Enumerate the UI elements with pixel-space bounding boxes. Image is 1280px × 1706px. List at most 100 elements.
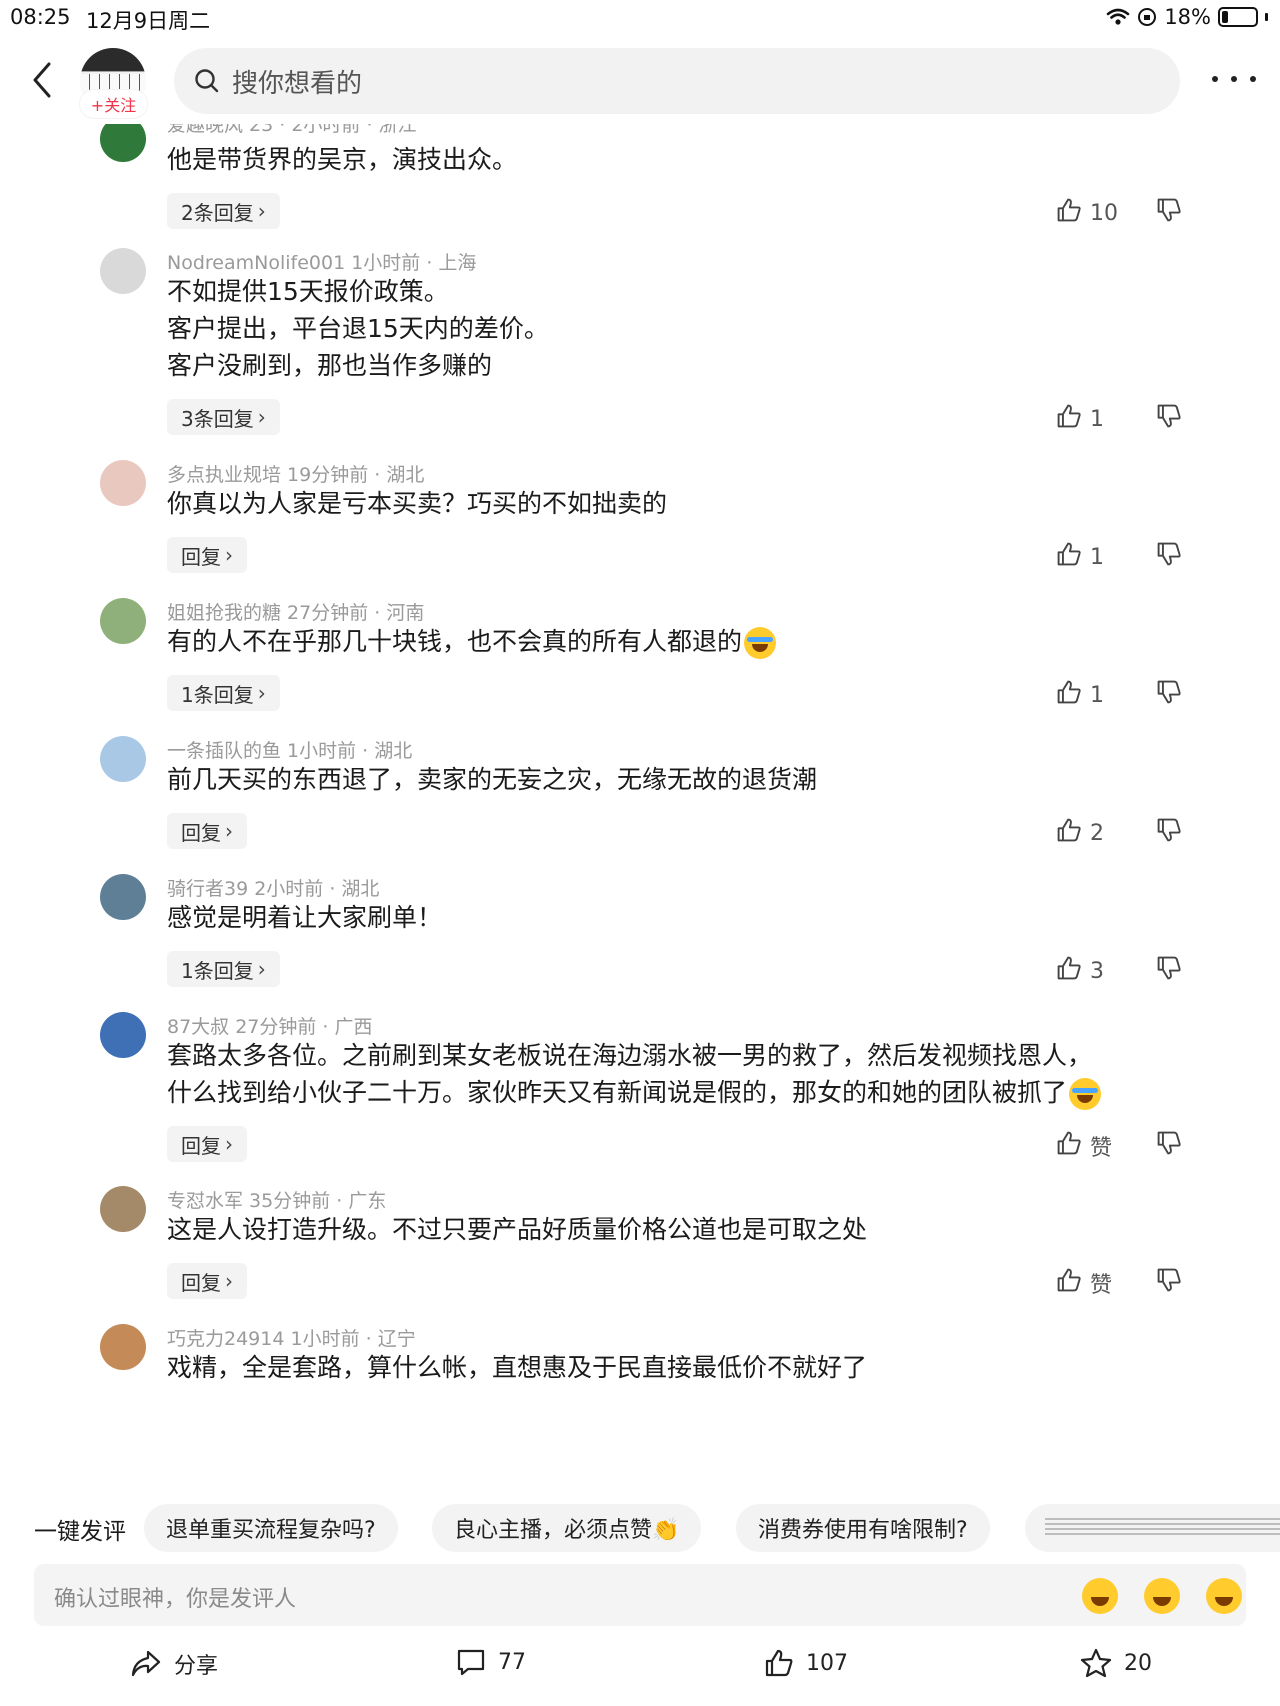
thumb-up-icon xyxy=(1056,817,1082,849)
comment-like-button[interactable]: 赞 xyxy=(1056,1267,1112,1299)
laugh-cry-emoji-icon xyxy=(1069,1078,1102,1110)
thumb-down-icon[interactable] xyxy=(1156,541,1182,571)
quick-comment-bar: 一键发评 退单重买流程复杂吗? 良心主播，必须点赞👏 消费券使用有啥限制? xyxy=(0,1500,1280,1556)
comment-text[interactable]: 戏精，全是套路，算什么帐，直想惠及于民直接最低价不就好了 xyxy=(167,1348,867,1387)
back-button[interactable] xyxy=(22,56,62,104)
quick-comment-label: 一键发评 xyxy=(34,1519,126,1545)
follow-button[interactable]: +关注 xyxy=(80,90,147,118)
like-button[interactable]: 107 xyxy=(764,1648,848,1678)
comment-meta[interactable]: 87大叔 27分钟前 · 广西 xyxy=(167,1012,373,1039)
view-replies-button[interactable]: 回复 › xyxy=(167,1263,247,1299)
chevron-right-icon: › xyxy=(257,199,266,223)
commenter-avatar[interactable] xyxy=(100,736,146,782)
favorite-button[interactable]: 20 xyxy=(1080,1648,1152,1678)
share-label: 分享 xyxy=(174,1654,219,1679)
comment-like-button[interactable]: 2 xyxy=(1056,817,1104,849)
comment-like-button[interactable]: 1 xyxy=(1056,541,1104,573)
laugh-cry-emoji-icon xyxy=(744,627,777,659)
comment-text[interactable]: 客户提出，平台退15天内的差价。 xyxy=(167,309,549,348)
comment-like-button[interactable]: 10 xyxy=(1056,197,1118,229)
search-icon xyxy=(195,69,219,93)
comment-meta[interactable]: 专怼水军 35分钟前 · 广东 xyxy=(167,1186,386,1213)
comment-text[interactable]: 你真以为人家是亏本买卖？巧买的不如拙卖的 xyxy=(167,484,667,523)
emoji-icon[interactable] xyxy=(1144,1578,1180,1614)
thumb-down-icon[interactable] xyxy=(1156,679,1182,709)
view-replies-button[interactable]: 回复 › xyxy=(167,537,247,573)
thumb-up-icon xyxy=(1056,679,1082,711)
comment-icon xyxy=(457,1649,485,1676)
chevron-right-icon: › xyxy=(225,1269,233,1293)
comment-like-button[interactable]: 赞 xyxy=(1056,1130,1112,1162)
thumb-up-icon xyxy=(1056,541,1082,573)
comment-text[interactable]: 他是带货界的吴京，演技出众。 xyxy=(167,140,517,179)
comment-like-button[interactable]: 1 xyxy=(1056,679,1104,711)
thumb-down-icon[interactable] xyxy=(1156,817,1182,847)
comment-meta[interactable]: NodreamNolife001 1小时前 · 上海 xyxy=(167,248,476,275)
thumb-up-icon xyxy=(1056,197,1082,229)
view-replies-button[interactable]: 2条回复 › xyxy=(167,193,280,229)
view-replies-button[interactable]: 1条回复 › xyxy=(167,675,280,711)
comment-text[interactable]: 什么找到给小伙子二十万。家伙昨天又有新闻说是假的，那女的和她的团队被抓了 xyxy=(167,1073,1102,1112)
favorites-count: 20 xyxy=(1124,1650,1152,1676)
emoji-icon[interactable] xyxy=(1206,1578,1242,1614)
comment-like-count: 赞 xyxy=(1090,1273,1113,1298)
commenter-avatar[interactable] xyxy=(100,1012,146,1058)
comment-meta[interactable]: 骑行者39 2小时前 · 湖北 xyxy=(167,874,379,901)
bottom-action-bar: 分享 77 107 20 xyxy=(0,1640,1280,1706)
commenter-avatar[interactable] xyxy=(100,124,146,162)
comment-text[interactable]: 这是人设打造升级。不过只要产品好质量价格公道也是可取之处 xyxy=(167,1210,867,1249)
comment-list[interactable]: 爱趣晚风 23 · 2小时前 · 浙江他是带货界的吴京，演技出众。 2条回复 › 10… xyxy=(0,124,1280,1494)
header: +关注 搜你想看的 xyxy=(0,34,1280,124)
thumb-down-icon[interactable] xyxy=(1156,403,1182,433)
search-input[interactable]: 搜你想看的 xyxy=(174,48,1180,114)
comment-meta[interactable]: 多点执业规培 19分钟前 · 湖北 xyxy=(167,460,424,487)
comment-text[interactable]: 有的人不在乎那几十块钱，也不会真的所有人都退的 xyxy=(167,622,777,661)
thumb-up-icon xyxy=(1056,403,1082,435)
battery-icon xyxy=(1218,7,1258,27)
more-icon-dot xyxy=(1212,76,1218,82)
thumb-down-icon[interactable] xyxy=(1156,1267,1182,1297)
quick-comment-chip[interactable]: 退单重买流程复杂吗? xyxy=(144,1504,398,1552)
back-icon xyxy=(33,62,51,98)
thumb-down-icon[interactable] xyxy=(1156,1130,1182,1160)
view-replies-button[interactable]: 1条回复 › xyxy=(167,951,280,987)
commenter-avatar[interactable] xyxy=(100,874,146,920)
commenter-avatar[interactable] xyxy=(100,1186,146,1232)
comment-text[interactable]: 客户没刷到，那也当作多赚的 xyxy=(167,346,492,385)
comment-meta[interactable]: 一条插队的鱼 1小时前 · 湖北 xyxy=(167,736,412,763)
thumb-down-icon[interactable] xyxy=(1156,197,1182,227)
chevron-right-icon: › xyxy=(257,405,266,429)
quick-comment-chip[interactable]: 良心主播，必须点赞👏 xyxy=(432,1504,702,1552)
comment-like-count: 赞 xyxy=(1090,1136,1113,1161)
view-replies-button[interactable]: 3条回复 › xyxy=(167,399,280,435)
commenter-avatar[interactable] xyxy=(100,1324,146,1370)
thumb-up-icon xyxy=(1056,1130,1082,1162)
comment-like-count: 3 xyxy=(1090,958,1104,984)
view-replies-button[interactable]: 回复 › xyxy=(167,813,247,849)
emoji-icon[interactable] xyxy=(1082,1578,1118,1614)
comment-text[interactable]: 套路太多各位。之前刷到某女老板说在海边溺水被一男的救了，然后发视频找恩人， xyxy=(167,1036,1092,1075)
comment-input[interactable]: 确认过眼神，你是发评人 xyxy=(34,1564,1246,1626)
quick-comment-chip[interactable]: 消费券使用有啥限制? xyxy=(736,1504,990,1552)
status-date: 12月9日周二 xyxy=(86,9,211,33)
more-button[interactable] xyxy=(1212,64,1256,94)
comment-like-count: 2 xyxy=(1090,820,1104,846)
commenter-avatar[interactable] xyxy=(100,248,146,294)
thumb-down-icon[interactable] xyxy=(1156,955,1182,985)
comment-like-button[interactable]: 1 xyxy=(1056,403,1104,435)
comment-meta[interactable]: 爱趣晚风 23 · 2小时前 · 浙江 xyxy=(167,124,417,137)
comment-like-count: 1 xyxy=(1090,544,1104,570)
quick-comment-chip-partial[interactable] xyxy=(1025,1504,1280,1552)
comments-button[interactable]: 77 xyxy=(456,1648,526,1676)
share-button[interactable]: 分享 xyxy=(130,1648,218,1680)
comment-like-button[interactable]: 3 xyxy=(1056,955,1104,987)
commenter-avatar[interactable] xyxy=(100,598,146,644)
comment-meta[interactable]: 姐姐抢我的糖 27分钟前 · 河南 xyxy=(167,598,424,625)
comment-meta[interactable]: 巧克力24914 1小时前 · 辽宁 xyxy=(167,1324,416,1351)
commenter-avatar[interactable] xyxy=(100,460,146,506)
thumb-up-icon xyxy=(1056,1267,1082,1299)
comment-text[interactable]: 前几天买的东西退了，卖家的无妄之灾，无缘无故的退货潮 xyxy=(167,760,817,799)
view-replies-button[interactable]: 回复 › xyxy=(167,1126,247,1162)
comment-text[interactable]: 不如提供15天报价政策。 xyxy=(167,272,449,311)
comment-text[interactable]: 感觉是明着让大家刷单！ xyxy=(167,898,442,937)
